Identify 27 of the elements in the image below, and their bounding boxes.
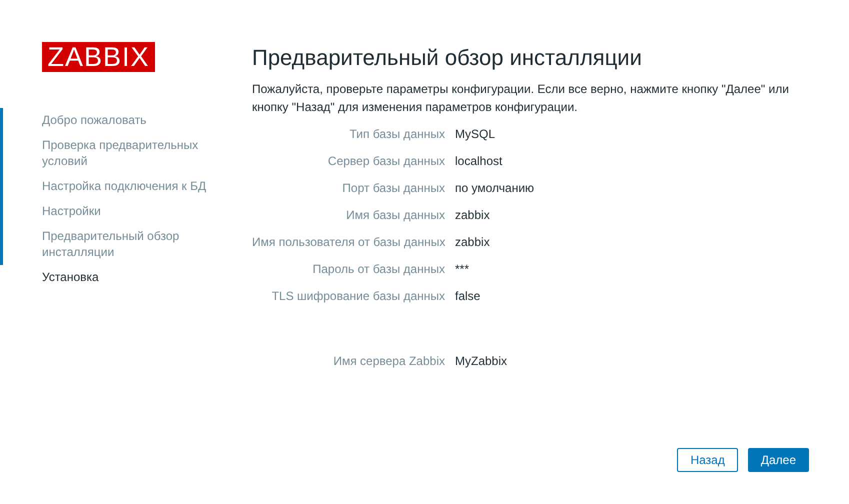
setup-step: Добро пожаловать: [0, 108, 252, 133]
setting-value: localhost: [455, 153, 504, 169]
setup-step: Настройка подключения к БД: [0, 174, 252, 199]
setting-value: false: [455, 288, 482, 304]
setting-value: MyZabbix: [455, 353, 508, 369]
setting-label: Имя сервера Zabbix: [332, 353, 445, 369]
setting-label: Пароль от базы данных: [312, 261, 445, 277]
setting-label: Сервер базы данных: [326, 153, 445, 169]
zabbix-logo: ZABBIX: [42, 42, 155, 72]
setting-value: MySQL: [455, 126, 496, 142]
page-title: Предварительный обзор инсталляции: [252, 44, 643, 72]
setting-value: zabbix: [455, 207, 491, 223]
setup-step: Проверка предварительных условий: [0, 133, 252, 174]
setting-label: TLS шифрование базы данных: [270, 288, 445, 304]
next-button[interactable]: Далее: [748, 448, 809, 472]
description-text: Пожалуйста, проверьте параметры конфигурации. Если все верно, нажмите кнопку "Далее" или кнопку "Назад" для изменения параметров конфигурации.: [252, 81, 790, 116]
setup-step: Установка: [0, 265, 252, 290]
back-button[interactable]: Назад: [677, 448, 738, 472]
setup-step: Настройки: [0, 199, 252, 224]
setup-step: Предварительный обзор инсталляции: [0, 224, 252, 265]
setting-label: Тип базы данных: [348, 126, 445, 142]
setting-label: Имя базы данных: [345, 207, 445, 223]
setting-value: zabbix: [455, 234, 491, 250]
setting-label: Порт базы данных: [341, 180, 445, 196]
setting-value: ***: [455, 261, 470, 277]
setting-value: по умолчанию: [455, 180, 536, 196]
setting-label: Имя пользователя от базы данных: [252, 234, 445, 250]
